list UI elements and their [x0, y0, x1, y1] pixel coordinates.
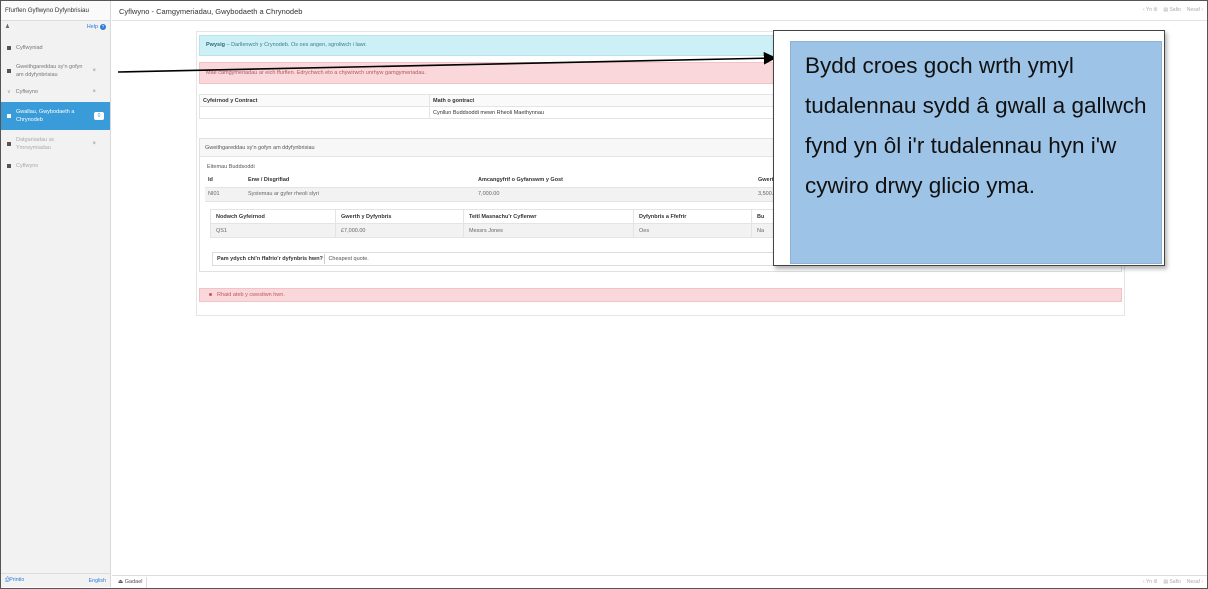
callout-text: Bydd croes goch wrth ymyl tudalennau syd…: [790, 41, 1162, 264]
annotation-callout: Bydd croes goch wrth ymyl tudalennau syd…: [773, 30, 1165, 266]
